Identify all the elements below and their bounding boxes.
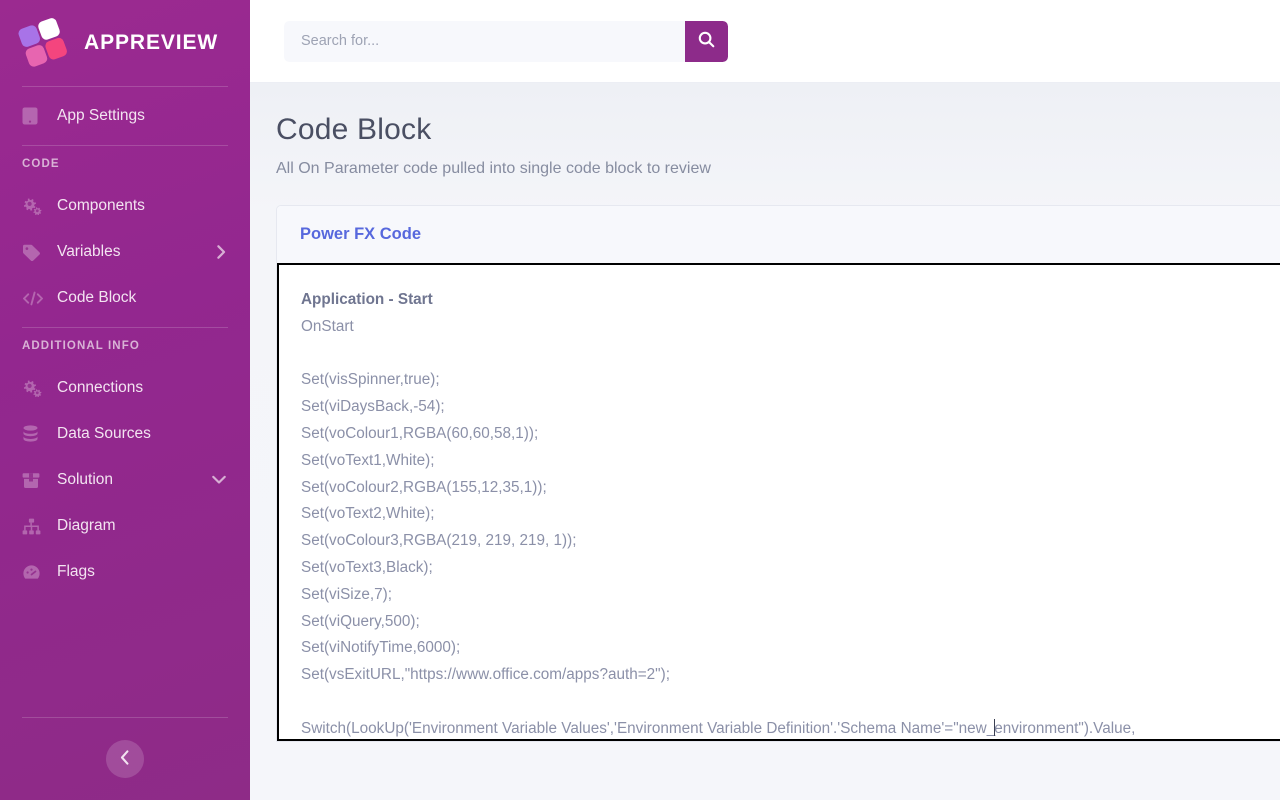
database-icon xyxy=(22,425,46,443)
code-line: OnStart xyxy=(301,314,1279,341)
sidebar-item-label: Data Sources xyxy=(57,425,151,443)
code-line: Application - Start xyxy=(301,287,1279,314)
sidebar-item-label: Solution xyxy=(57,471,113,489)
code-line: Set(viNotifyTime,6000); xyxy=(301,635,1279,662)
power-fx-card: Power FX Code Application - StartOnStart… xyxy=(276,205,1280,742)
sidebar-item-label: Connections xyxy=(57,379,143,397)
code-line: Set(voText2,White); xyxy=(301,501,1279,528)
card-header: Power FX Code xyxy=(277,206,1280,263)
sidebar-item-code-block[interactable]: Code Block xyxy=(0,275,250,321)
main-area: Code Block All On Parameter code pulled … xyxy=(250,0,1280,800)
chevron-down-icon[interactable] xyxy=(212,476,226,485)
sitemap-icon xyxy=(22,518,46,535)
top-bar xyxy=(250,0,1280,83)
search-button[interactable] xyxy=(685,21,728,62)
card-title: Power FX Code xyxy=(300,225,421,244)
code-line: Set(voColour1,RGBA(60,60,58,1)); xyxy=(301,421,1279,448)
sidebar-item-variables[interactable]: Variables xyxy=(0,229,250,275)
sidebar-item-solution[interactable]: Solution xyxy=(0,457,250,503)
code-line: Set(viSize,7); xyxy=(301,582,1279,609)
search-icon xyxy=(698,31,715,51)
sidebar-item-components[interactable]: Components xyxy=(0,183,250,229)
sidebar-item-flags[interactable]: Flags xyxy=(0,549,250,595)
page-subtitle: All On Parameter code pulled into single… xyxy=(276,160,1280,178)
code-line: Set(vsExitURL,"https://www.office.com/ap… xyxy=(301,662,1279,689)
code-line: Set(voText3,Black); xyxy=(301,555,1279,582)
cogs-icon xyxy=(22,379,46,397)
page-title: Code Block xyxy=(276,113,1280,147)
search-bar xyxy=(284,21,728,62)
code-line xyxy=(301,689,1279,716)
sidebar-item-connections[interactable]: Connections xyxy=(0,365,250,411)
text-caret xyxy=(994,719,995,736)
sidebar-item-label: Components xyxy=(57,197,145,215)
tablet-icon xyxy=(22,107,46,125)
sidebar: APPREVIEW App Settings CODE xyxy=(0,0,250,800)
sidebar-section-additional-items: Connections Data Sources xyxy=(0,359,250,601)
sidebar-item-label: App Settings xyxy=(57,107,145,125)
sidebar-item-app-settings[interactable]: App Settings xyxy=(0,93,250,139)
gauge-icon xyxy=(22,564,46,581)
brand-name: APPREVIEW xyxy=(84,31,218,55)
content-area: Code Block All On Parameter code pulled … xyxy=(250,83,1280,800)
sidebar-item-label: Diagram xyxy=(57,517,116,535)
brand-header[interactable]: APPREVIEW xyxy=(0,0,250,86)
code-line-switch: Switch(LookUp('Environment Variable Valu… xyxy=(301,716,1279,741)
sidebar-item-label: Flags xyxy=(57,563,95,581)
sidebar-item-diagram[interactable]: Diagram xyxy=(0,503,250,549)
cogs-icon xyxy=(22,197,46,215)
code-line: Set(voColour2,RGBA(155,12,35,1)); xyxy=(301,475,1279,502)
sidebar-primary-group: App Settings xyxy=(0,87,250,145)
sidebar-footer xyxy=(0,717,250,800)
search-input[interactable] xyxy=(284,21,685,62)
code-line: Set(viQuery,500); xyxy=(301,609,1279,636)
sidebar-section-additional-title: ADDITIONAL INFO xyxy=(0,328,250,359)
box-icon xyxy=(22,472,46,489)
app-root: APPREVIEW App Settings CODE xyxy=(0,0,1280,800)
app-logo-tiles-icon xyxy=(16,15,72,71)
sidebar-item-label: Variables xyxy=(57,243,120,261)
sidebar-item-label: Code Block xyxy=(57,289,136,307)
sidebar-section-code-items: Components Variables xyxy=(0,177,250,327)
sidebar-section-code-title: CODE xyxy=(0,146,250,177)
code-line: Set(viDaysBack,-54); xyxy=(301,394,1279,421)
code-line: Set(visSpinner,true); xyxy=(301,367,1279,394)
chevron-left-icon xyxy=(120,750,130,768)
code-line: Set(voText1,White); xyxy=(301,448,1279,475)
code-line: Set(voColour3,RGBA(219, 219, 219, 1)); xyxy=(301,528,1279,555)
tag-icon xyxy=(22,244,46,261)
code-line xyxy=(301,341,1279,368)
sidebar-collapse-button[interactable] xyxy=(106,740,144,778)
chevron-right-icon[interactable] xyxy=(217,245,226,259)
sidebar-item-data-sources[interactable]: Data Sources xyxy=(0,411,250,457)
power-fx-code-textarea[interactable]: Application - StartOnStart Set(visSpinne… xyxy=(277,263,1280,741)
code-icon xyxy=(22,291,46,306)
